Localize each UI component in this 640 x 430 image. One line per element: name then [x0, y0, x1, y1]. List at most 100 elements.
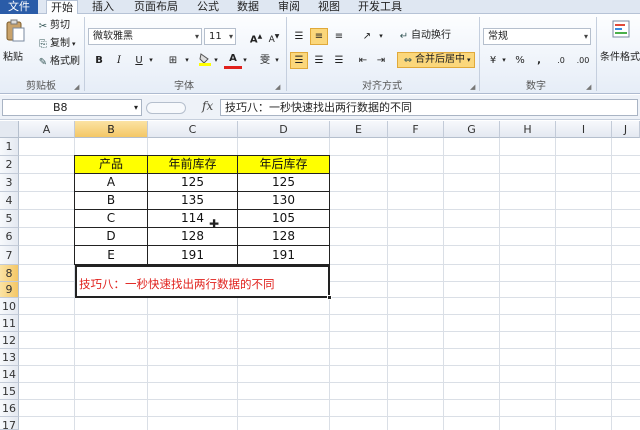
tab-data[interactable]: 数据 [233, 0, 263, 14]
table-cell[interactable]: 191 [147, 245, 238, 265]
column-header-d[interactable]: D [238, 121, 330, 138]
font-launcher-icon[interactable]: ◢ [275, 83, 280, 91]
table-cell[interactable]: B [74, 191, 148, 210]
column-header-j[interactable]: J [612, 121, 640, 138]
orientation-icon[interactable]: ↗ [358, 28, 376, 45]
table-cell[interactable]: 130 [237, 191, 330, 210]
table-header-product[interactable]: 产品 [74, 155, 148, 174]
formula-input[interactable]: 技巧八：一秒快速找出两行数据的不同 [220, 99, 638, 116]
table-cell[interactable]: 125 [237, 173, 330, 192]
row-header-12[interactable]: 12 [0, 332, 19, 349]
table-cell[interactable]: D [74, 227, 148, 246]
column-header-c[interactable]: C [148, 121, 238, 138]
chevron-down-icon[interactable]: ▾ [499, 52, 509, 69]
name-box[interactable]: B8 ▾ [2, 99, 142, 116]
row-header-11[interactable]: 11 [0, 315, 19, 332]
align-right-icon[interactable]: ☰ [330, 52, 348, 69]
paste-button[interactable]: 粘贴 [3, 50, 23, 66]
increase-decimal-button[interactable]: .0 [552, 52, 570, 69]
paste-icon[interactable] [2, 18, 28, 44]
conditional-format-icon[interactable] [610, 18, 632, 40]
align-center-icon[interactable]: ☰ [310, 52, 328, 69]
select-all-button[interactable] [0, 121, 19, 138]
align-bottom-icon[interactable]: ≡ [330, 28, 348, 45]
font-size-select[interactable]: 11 ▾ [204, 28, 236, 45]
tab-insert[interactable]: 插入 [88, 0, 118, 14]
column-header-f[interactable]: F [388, 121, 444, 138]
percent-button[interactable]: % [511, 52, 529, 69]
table-cell[interactable]: 128 [237, 227, 330, 246]
row-header-6[interactable]: 6 [0, 228, 19, 246]
column-header-e[interactable]: E [330, 121, 388, 138]
italic-button[interactable]: I [110, 52, 128, 69]
row-header-9[interactable]: 9 [0, 282, 19, 298]
chevron-down-icon[interactable]: ▾ [376, 28, 386, 45]
align-left-icon[interactable]: ☰ [290, 52, 308, 69]
cut-button[interactable]: ✂ 剪切 [36, 18, 70, 34]
bold-button[interactable]: B [90, 52, 108, 69]
tab-view[interactable]: 视图 [314, 0, 344, 14]
row-header-2[interactable]: 2 [0, 156, 19, 174]
chevron-down-icon[interactable]: ▾ [182, 52, 192, 69]
table-cell[interactable]: A [74, 173, 148, 192]
row-header-16[interactable]: 16 [0, 400, 19, 417]
clipboard-launcher-icon[interactable]: ◢ [74, 83, 79, 91]
row-header-5[interactable]: 5 [0, 210, 19, 228]
table-cell[interactable]: 135 [147, 191, 238, 210]
row-header-1[interactable]: 1 [0, 138, 19, 156]
row-header-14[interactable]: 14 [0, 366, 19, 383]
align-middle-icon[interactable]: ≡ [310, 28, 328, 45]
table-header-after-stock[interactable]: 年后库存 [237, 155, 330, 174]
column-header-i[interactable]: I [556, 121, 612, 138]
tab-file[interactable]: 文件 [0, 0, 38, 14]
row-header-4[interactable]: 4 [0, 192, 19, 210]
column-header-a[interactable]: A [19, 121, 75, 138]
number-format-select[interactable]: 常规 ▾ [483, 28, 591, 45]
chevron-down-icon[interactable]: ▾ [240, 52, 250, 69]
decrease-decimal-button[interactable]: .00 [572, 52, 594, 69]
borders-icon[interactable]: ⊞ [164, 52, 182, 69]
table-cell[interactable]: 105 [237, 209, 330, 228]
row-header-7[interactable]: 7 [0, 246, 19, 265]
row-header-10[interactable]: 10 [0, 298, 19, 315]
chevron-down-icon[interactable]: ▾ [211, 52, 221, 69]
fill-handle[interactable] [327, 295, 332, 300]
table-cell[interactable]: E [74, 245, 148, 265]
table-header-before-stock[interactable]: 年前库存 [147, 155, 238, 174]
worksheet[interactable]: A B C D E F G H I J 1 2 3 4 5 6 7 8 9 10… [0, 121, 640, 430]
align-top-icon[interactable]: ☰ [290, 28, 308, 45]
number-launcher-icon[interactable]: ◢ [586, 83, 591, 91]
chevron-down-icon[interactable]: ▾ [146, 52, 156, 69]
row-header-8[interactable]: 8 [0, 265, 19, 282]
table-cell[interactable]: 128 [147, 227, 238, 246]
tab-home[interactable]: 开始 [46, 0, 78, 15]
tab-review[interactable]: 审阅 [274, 0, 304, 14]
insert-function-icon[interactable]: fx [202, 99, 213, 113]
column-header-b[interactable]: B [75, 121, 148, 138]
format-painter-button[interactable]: ✎ 格式刷 [36, 54, 80, 70]
font-name-select[interactable]: 微软雅黑 ▾ [88, 28, 202, 45]
row-header-15[interactable]: 15 [0, 383, 19, 400]
increase-indent-icon[interactable]: ⇥ [372, 52, 390, 69]
tab-developer[interactable]: 开发工具 [354, 0, 406, 14]
column-header-g[interactable]: G [444, 121, 500, 138]
shrink-font-button[interactable]: A▼ [265, 28, 283, 45]
decrease-indent-icon[interactable]: ⇤ [354, 52, 372, 69]
table-cell[interactable]: C [74, 209, 148, 228]
chevron-down-icon[interactable]: ▾ [272, 52, 282, 69]
alignment-launcher-icon[interactable]: ◢ [470, 83, 475, 91]
table-cell[interactable]: 114 [147, 209, 238, 228]
comma-button[interactable]: , [530, 52, 548, 69]
conditional-format-button[interactable]: 条件格式 [600, 50, 640, 66]
copy-button[interactable]: ⎘ 复制 ▾ [36, 36, 76, 52]
formula-bar-splitter[interactable] [146, 102, 186, 114]
tab-page-layout[interactable]: 页面布局 [130, 0, 182, 14]
tab-formulas[interactable]: 公式 [193, 0, 223, 14]
row-header-3[interactable]: 3 [0, 174, 19, 192]
table-cell[interactable]: 191 [237, 245, 330, 265]
merged-tip-cell[interactable]: 技巧八：一秒快速找出两行数据的不同 [75, 265, 330, 298]
row-header-17[interactable]: 17 [0, 417, 19, 430]
column-header-h[interactable]: H [500, 121, 556, 138]
merge-center-button[interactable]: ⇔ 合并后居中 ▾ [397, 52, 475, 68]
wrap-text-button[interactable]: ↵ 自动换行 [397, 28, 451, 44]
